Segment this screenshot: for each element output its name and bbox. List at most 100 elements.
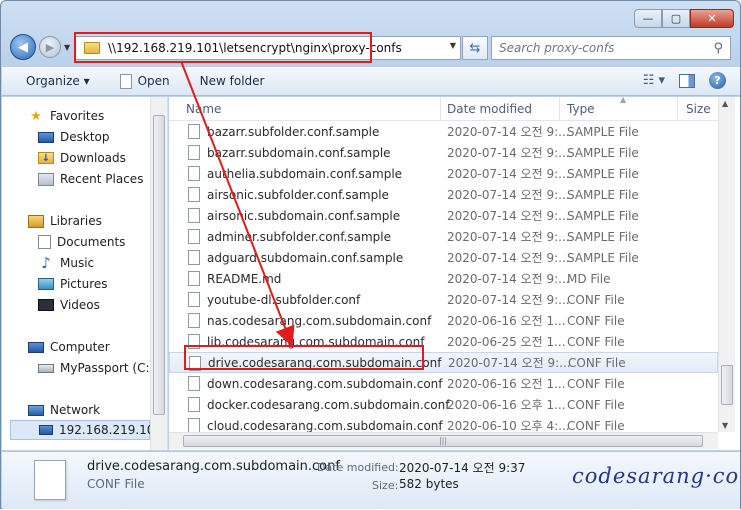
nav-music[interactable]: ♪ Music [38,253,94,273]
file-icon [188,292,200,307]
command-bar-right: ☷ ▾ ? [643,72,726,89]
file-icon [188,166,200,181]
close-button[interactable]: ✕ [690,9,734,28]
nav-videos[interactable]: Videos [38,295,100,315]
file-name: README.md [207,271,282,286]
nav-libraries[interactable]: Libraries [28,211,102,231]
file-icon [188,124,200,139]
new-folder-button[interactable]: New folder [192,74,273,88]
nav-recent-places[interactable]: Recent Places [38,169,143,189]
table-row[interactable]: bazarr.subdomain.conf.sample 2020-07-14 오… [169,142,718,163]
file-hscroll-thumb[interactable]: ||| [183,435,703,447]
file-date: 2020-07-14 오전 9:... [447,146,570,160]
scroll-up-icon[interactable]: ▲ [722,99,728,108]
preview-pane-icon[interactable] [679,73,695,88]
search-placeholder: Search proxy-confs [499,41,615,55]
recent-places-icon [38,172,54,186]
chevron-down-icon[interactable]: ▼ [450,41,456,50]
file-date: 2020-07-14 오전 9:... [447,125,570,139]
nav-desktop-label: Desktop [60,130,110,144]
file-type: SAMPLE File [567,187,639,202]
file-name: authelia.subdomain.conf.sample [207,166,403,181]
table-row[interactable]: adminer.subfolder.conf.sample 2020-07-14 … [169,226,718,247]
table-row[interactable]: docker.codesarang.com.subdomain.conf 2020… [169,394,718,415]
file-icon [188,376,200,391]
file-icon [119,73,132,89]
file-date: 2020-07-14 오전 9:... [447,230,570,244]
new-folder-label: New folder [199,74,265,88]
file-type: SAMPLE File [567,145,639,160]
table-row[interactable]: youtube-dl.subfolder.conf 2020-07-14 오전 9… [169,289,718,310]
file-name: down.codesarang.com.subdomain.conf [207,376,443,391]
table-row[interactable]: nas.codesarang.com.subdomain.conf 2020-06… [169,310,718,331]
back-button[interactable]: ◀ [10,34,36,60]
nav-favorites[interactable]: ★ Favorites [28,106,104,126]
computer-icon [28,341,44,353]
file-horizontal-scrollbar[interactable]: ||| [169,432,718,449]
column-divider[interactable] [440,97,441,121]
file-date: 2020-06-16 오전 1... [447,314,566,328]
nav-host-label: 192.168.219.101 [59,423,163,437]
table-row[interactable]: authelia.subdomain.conf.sample 2020-07-14… [169,163,718,184]
file-type: CONF File [567,397,625,412]
search-icon[interactable]: ⚲ [713,41,723,56]
command-bar: Organize ▾ Open New folder ☷ ▾ ? [2,66,740,96]
open-button[interactable]: Open [112,73,178,89]
table-row[interactable]: down.codesarang.com.subdomain.conf 2020-0… [169,373,718,394]
table-row[interactable]: README.md 2020-07-14 오전 9:... MD File [169,268,718,289]
nav-pictures[interactable]: Pictures [38,274,108,294]
change-view-icon[interactable]: ☷ ▾ [643,73,665,88]
recent-pages-dropdown[interactable]: ▼ [64,43,70,52]
file-date: 2020-07-14 오전 9:... [447,209,570,223]
file-type: CONF File [567,418,625,433]
column-size[interactable]: Size [686,102,711,116]
nav-host[interactable]: 192.168.219.101 [10,420,162,440]
nav-scroll-thumb[interactable] [153,115,165,415]
search-input[interactable]: Search proxy-confs ⚲ [491,36,731,60]
file-type: SAMPLE File [567,229,639,244]
navigation-pane: ★ Favorites Desktop ↓ Downloads Recent P… [2,97,168,450]
file-name: cloud.codesarang.com.subdomain.conf [207,418,443,433]
column-date-modified[interactable]: Date modified [447,102,532,116]
file-name: nas.codesarang.com.subdomain.conf [207,313,432,328]
maximize-button[interactable]: ▢ [662,9,690,28]
nav-computer[interactable]: Computer [28,337,110,357]
table-row[interactable]: bazarr.subfolder.conf.sample 2020-07-14 오… [169,121,718,142]
column-type[interactable]: Type [567,102,595,116]
drive-icon [38,363,54,373]
file-name: youtube-dl.subfolder.conf [207,292,361,307]
pictures-icon [38,278,54,290]
refresh-icon: ⇆ [469,40,481,56]
file-large-icon [34,460,66,500]
help-icon[interactable]: ? [709,72,726,89]
file-icon [188,250,200,265]
nav-documents[interactable]: Documents [38,232,125,252]
nav-libraries-label: Libraries [50,214,102,228]
file-date: 2020-06-16 오후 1... [447,398,566,412]
forward-button[interactable]: ▶ [39,36,61,58]
column-divider[interactable] [559,97,560,121]
minimize-button[interactable]: — [634,9,662,28]
nav-documents-label: Documents [57,235,126,249]
column-divider[interactable] [677,97,678,121]
file-type: SAMPLE File [567,208,639,223]
details-date-value: 2020-07-14 오전 9:37 [399,461,526,475]
column-name[interactable]: Name [186,102,221,116]
table-row[interactable]: airsonic.subdomain.conf.sample 2020-07-14… [169,205,718,226]
table-row[interactable]: adguard.subdomain.conf.sample 2020-07-14 … [169,247,718,268]
nav-downloads[interactable]: ↓ Downloads [38,148,126,168]
scroll-down-icon[interactable]: ▼ [722,421,728,430]
address-highlight-box [74,32,372,63]
organize-button[interactable]: Organize ▾ [18,74,98,88]
nav-favorites-label: Favorites [50,109,105,123]
nav-desktop[interactable]: Desktop [38,127,110,147]
nav-mypassport[interactable]: MyPassport (C:) [38,358,154,378]
nav-scrollbar[interactable] [150,97,167,450]
refresh-button[interactable]: ⇆ [462,36,488,60]
file-name: adguard.subdomain.conf.sample [207,250,404,265]
nav-computer-label: Computer [50,340,110,354]
file-vscroll-thumb[interactable] [721,365,733,405]
nav-network[interactable]: Network [28,400,100,420]
table-row[interactable]: airsonic.subfolder.conf.sample 2020-07-14… [169,184,718,205]
file-vertical-scrollbar[interactable]: ▲ ▼ [718,97,735,432]
